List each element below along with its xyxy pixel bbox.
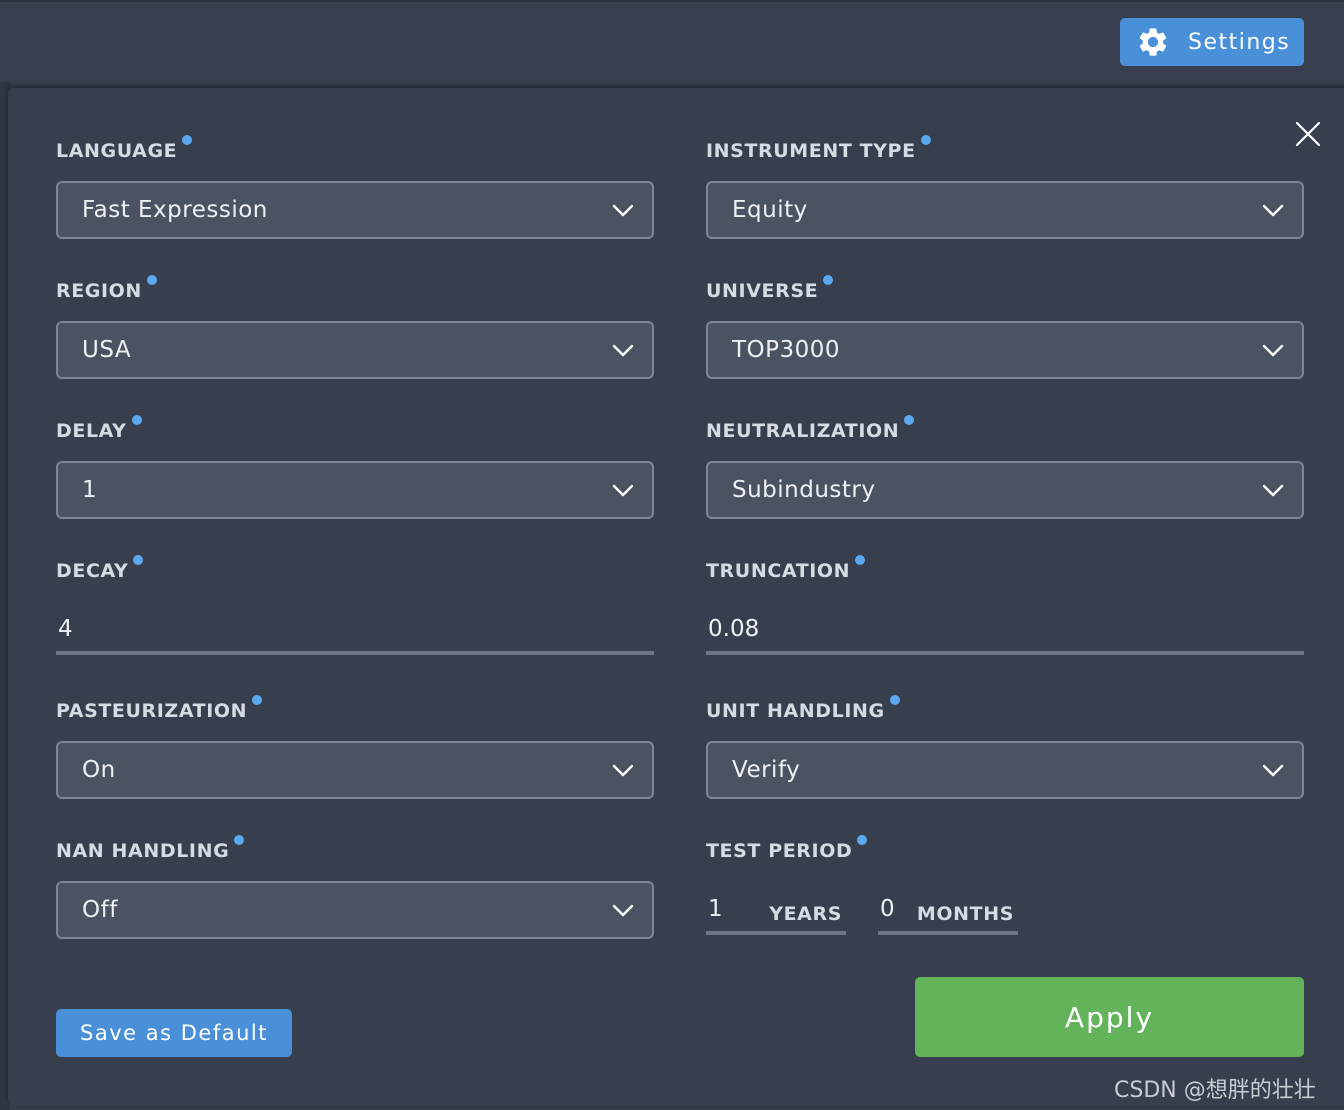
decay-label: DECAY xyxy=(56,555,144,582)
neutralization-select[interactable]: Subindustry xyxy=(706,461,1304,519)
years-unit: YEARS xyxy=(769,903,842,925)
region-value: USA xyxy=(82,337,132,363)
instrument-type-label: INSTRUMENT TYPE xyxy=(706,135,931,162)
universe-label: UNIVERSE xyxy=(706,275,834,302)
neutralization-value: Subindustry xyxy=(732,477,876,503)
truncation-input[interactable]: 0.08 xyxy=(706,607,1304,655)
info-dot-icon[interactable] xyxy=(146,275,157,285)
truncation-value: 0.08 xyxy=(708,616,760,642)
chevron-down-icon xyxy=(612,764,634,777)
nan-handling-label: NAN HANDLING xyxy=(56,835,245,862)
nan-handling-select[interactable]: Off xyxy=(56,881,654,939)
region-label-text: REGION xyxy=(56,280,142,302)
delay-label-text: DELAY xyxy=(56,420,127,442)
neutralization-label-text: NEUTRALIZATION xyxy=(706,420,900,442)
pasteurization-label-text: PASTEURIZATION xyxy=(56,700,248,722)
delay-value: 1 xyxy=(82,477,98,503)
chevron-down-icon xyxy=(1262,484,1284,497)
settings-panel xyxy=(8,88,1344,1106)
region-select[interactable]: USA xyxy=(56,321,654,379)
decay-input[interactable]: 4 xyxy=(56,607,654,655)
language-label: LANGUAGE xyxy=(56,135,193,162)
info-dot-icon[interactable] xyxy=(904,415,915,425)
info-dot-icon[interactable] xyxy=(823,275,834,285)
test-period-months-input[interactable]: 0 MONTHS xyxy=(878,887,1018,935)
test-period-label-text: TEST PERIOD xyxy=(706,840,853,862)
universe-select[interactable]: TOP3000 xyxy=(706,321,1304,379)
pasteurization-label: PASTEURIZATION xyxy=(56,695,263,722)
months-unit: MONTHS xyxy=(916,903,1014,925)
region-label: REGION xyxy=(56,275,157,302)
settings-label: Settings xyxy=(1188,29,1291,55)
nan-handling-value: Off xyxy=(82,897,118,923)
info-dot-icon[interactable] xyxy=(857,835,868,845)
chevron-down-icon xyxy=(1262,764,1284,777)
language-value: Fast Expression xyxy=(82,197,268,223)
test-period-years-input[interactable]: 1 YEARS xyxy=(706,887,846,935)
neutralization-label: NEUTRALIZATION xyxy=(706,415,915,442)
settings-button[interactable]: Settings xyxy=(1120,18,1304,66)
unit-handling-value: Verify xyxy=(732,757,801,783)
chevron-down-icon xyxy=(612,484,634,497)
close-icon[interactable] xyxy=(1294,120,1322,148)
universe-value: TOP3000 xyxy=(732,337,841,363)
info-dot-icon[interactable] xyxy=(182,135,193,145)
decay-value: 4 xyxy=(58,616,73,642)
test-period-label: TEST PERIOD xyxy=(706,835,868,862)
pasteurization-select[interactable]: On xyxy=(56,741,654,799)
gear-icon xyxy=(1136,25,1170,59)
decay-label-text: DECAY xyxy=(56,560,129,582)
chevron-down-icon xyxy=(612,204,634,217)
info-dot-icon[interactable] xyxy=(855,555,866,565)
unit-handling-label: UNIT HANDLING xyxy=(706,695,900,722)
unit-handling-select[interactable]: Verify xyxy=(706,741,1304,799)
unit-handling-label-text: UNIT HANDLING xyxy=(706,700,885,722)
pasteurization-value: On xyxy=(82,757,116,783)
instrument-type-select[interactable]: Equity xyxy=(706,181,1304,239)
instrument-type-label-text: INSTRUMENT TYPE xyxy=(706,140,916,162)
language-select[interactable]: Fast Expression xyxy=(56,181,654,239)
instrument-type-value: Equity xyxy=(732,197,808,223)
universe-label-text: UNIVERSE xyxy=(706,280,819,302)
chevron-down-icon xyxy=(612,344,634,357)
months-value: 0 xyxy=(880,896,895,922)
info-dot-icon[interactable] xyxy=(889,695,900,705)
watermark-text: CSDN @想胖的壮壮 xyxy=(1114,1078,1316,1103)
truncation-label-text: TRUNCATION xyxy=(706,560,851,582)
info-dot-icon[interactable] xyxy=(131,415,142,425)
info-dot-icon[interactable] xyxy=(234,835,245,845)
info-dot-icon[interactable] xyxy=(920,135,931,145)
chevron-down-icon xyxy=(1262,204,1284,217)
info-dot-icon[interactable] xyxy=(252,695,263,705)
nan-handling-label-text: NAN HANDLING xyxy=(56,840,230,862)
info-dot-icon[interactable] xyxy=(133,555,144,565)
apply-button[interactable]: Apply xyxy=(915,977,1304,1057)
chevron-down-icon xyxy=(612,904,634,917)
language-label-text: LANGUAGE xyxy=(56,140,178,162)
delay-label: DELAY xyxy=(56,415,142,442)
save-as-default-button[interactable]: Save as Default xyxy=(56,1009,292,1057)
years-value: 1 xyxy=(708,896,723,922)
truncation-label: TRUNCATION xyxy=(706,555,866,582)
delay-select[interactable]: 1 xyxy=(56,461,654,519)
chevron-down-icon xyxy=(1262,344,1284,357)
